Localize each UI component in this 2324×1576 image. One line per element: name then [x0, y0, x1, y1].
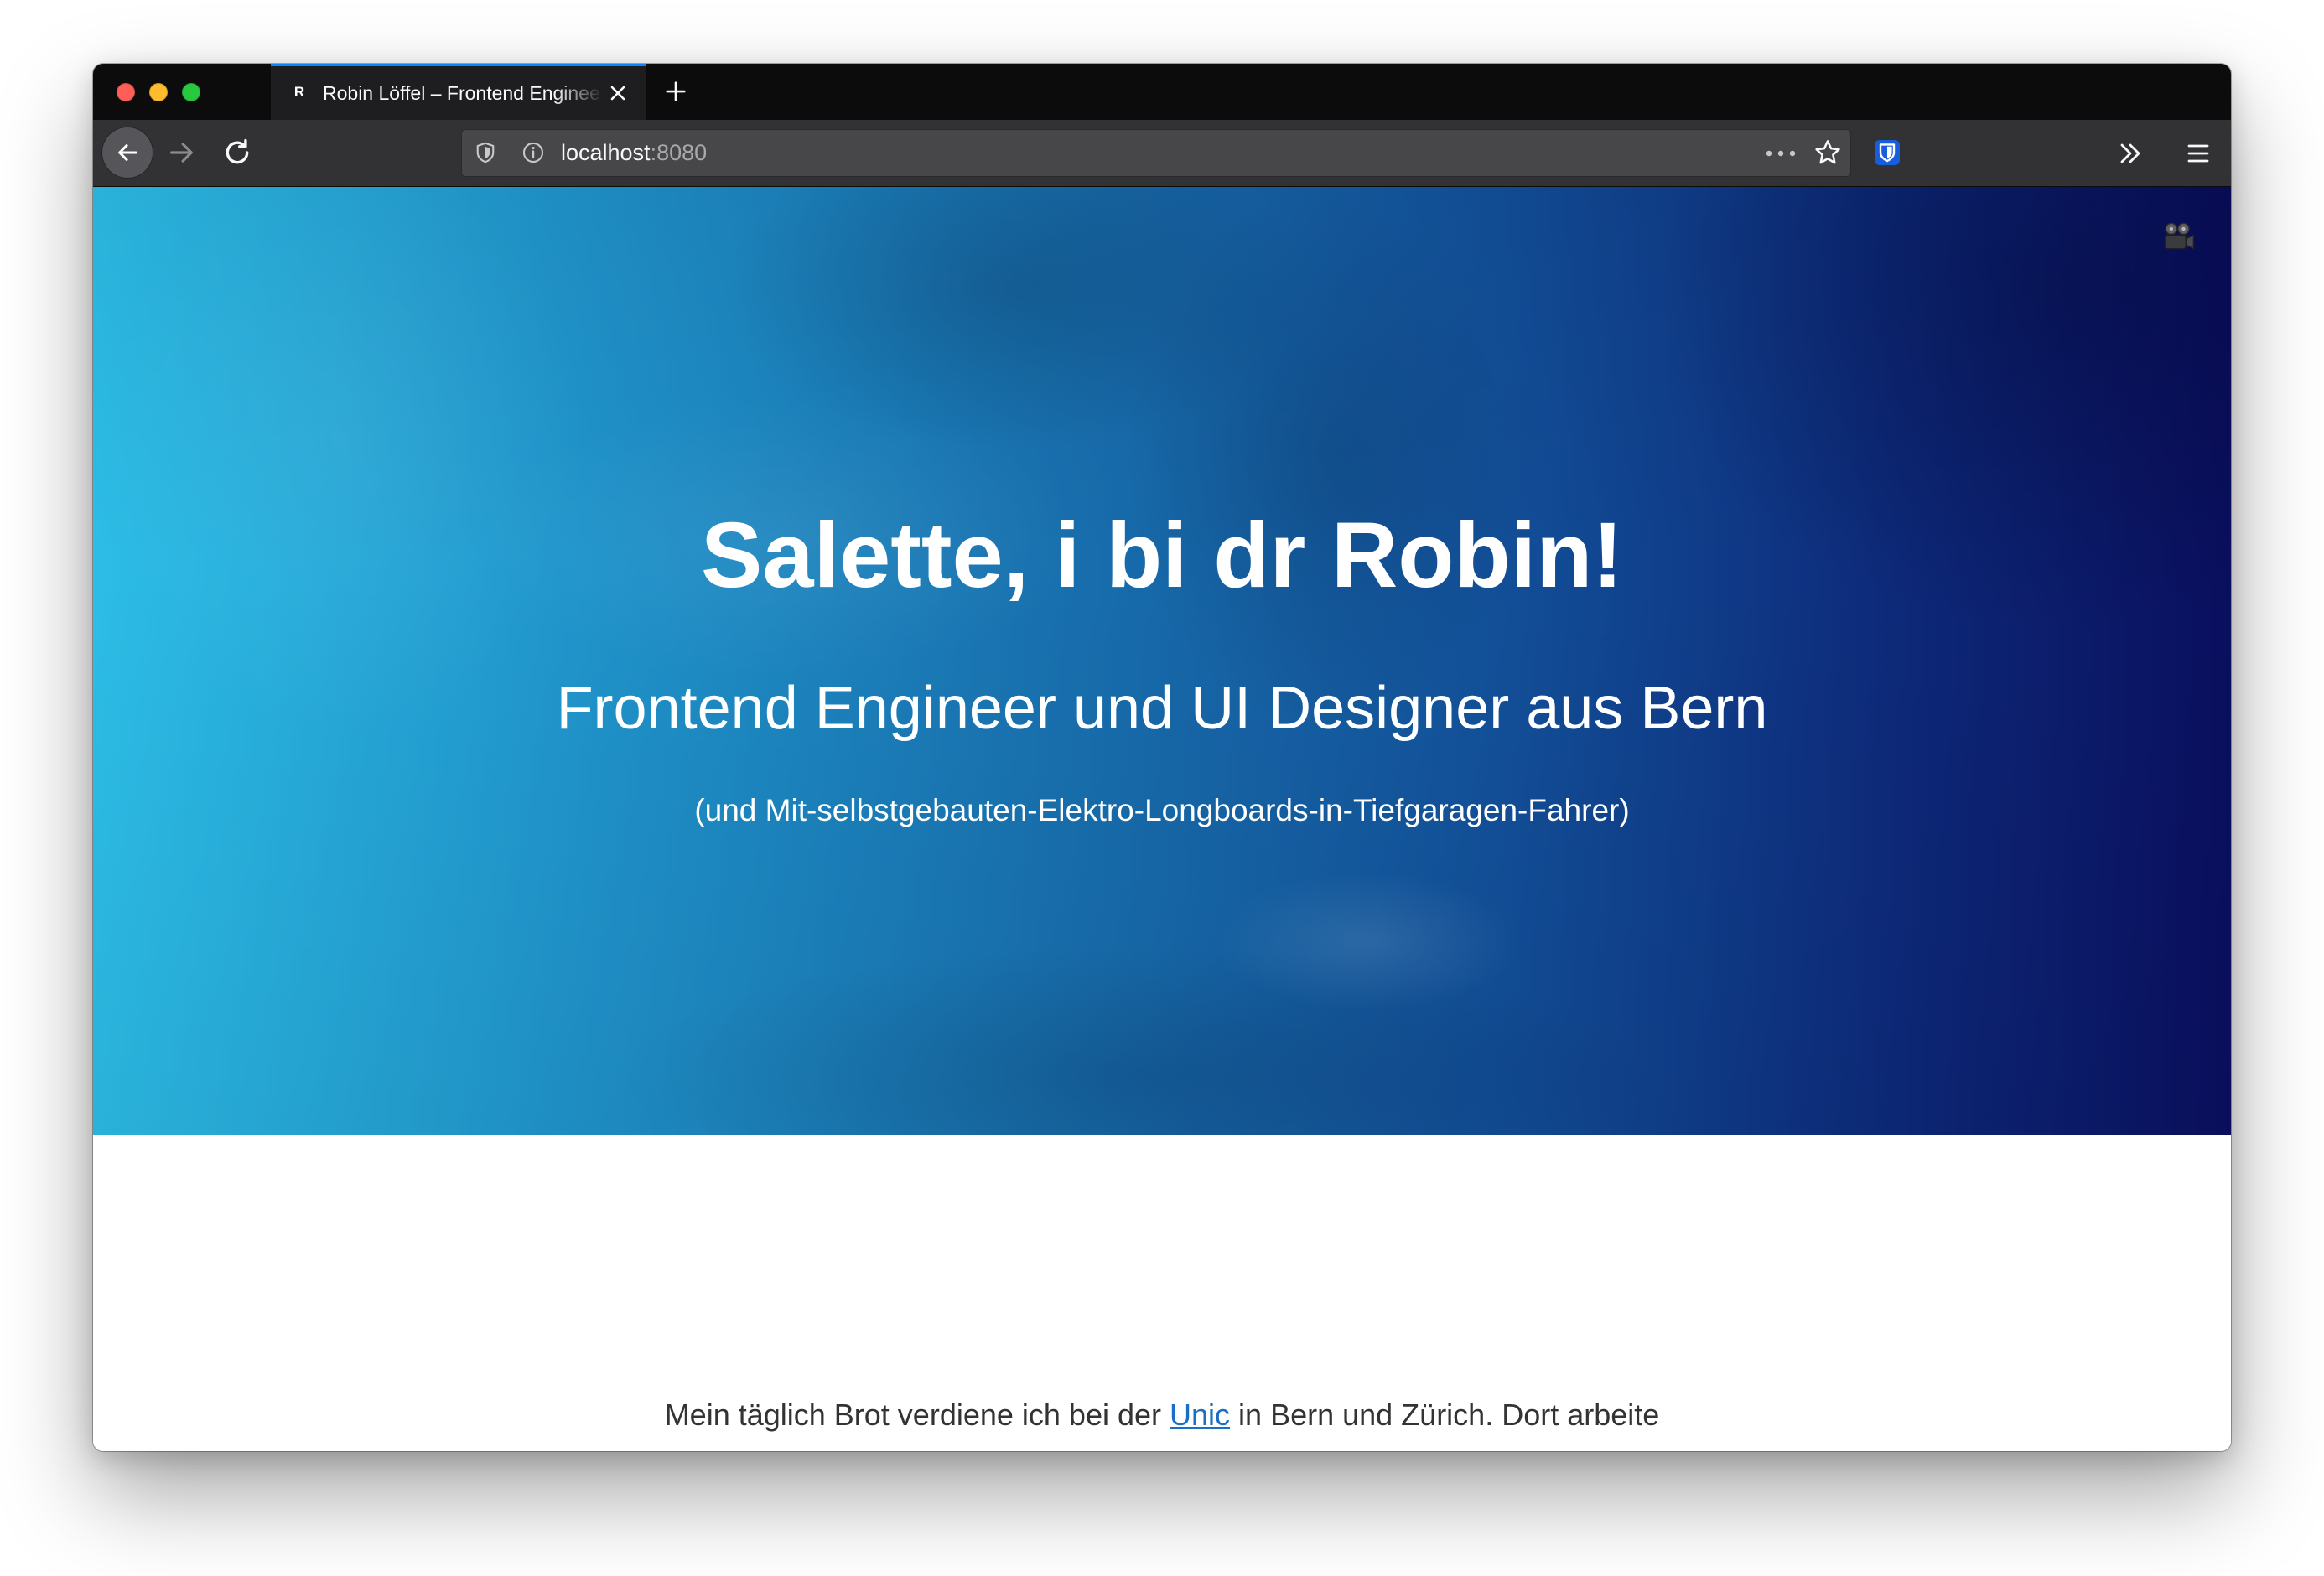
intro-paragraph: Mein täglich Brot verdiene ich bei der U…: [93, 1397, 2231, 1433]
intro-text-before: Mein täglich Brot verdiene ich bei der: [664, 1397, 1170, 1432]
double-chevron-right-icon: [2120, 143, 2140, 163]
page-actions-button[interactable]: [1764, 148, 1797, 159]
window-minimize-button[interactable]: [149, 83, 168, 101]
video-camera-icon: [2164, 222, 2195, 250]
reload-icon: [226, 138, 249, 164]
unic-link[interactable]: Unic: [1170, 1397, 1230, 1432]
arrow-right-icon: [170, 143, 193, 163]
tab-active[interactable]: R Robin Löffel – Frontend Enginee: [271, 64, 646, 120]
hamburger-menu-icon: [2187, 144, 2209, 163]
hero-tagline: (und Mit-selbstgebauten-Elektro-Longboar…: [694, 793, 1630, 827]
info-icon: [522, 142, 544, 163]
plus-icon: [666, 81, 686, 101]
new-tab-button[interactable]: [663, 79, 688, 104]
shield-icon: [476, 142, 495, 163]
url-bar[interactable]: localhost:8080: [461, 129, 1851, 177]
window-zoom-button[interactable]: [182, 83, 200, 101]
tab-title: Robin Löffel – Frontend Enginee: [323, 82, 600, 104]
tracking-protection-button[interactable]: [474, 141, 497, 164]
url-text[interactable]: localhost:8080: [561, 130, 707, 176]
forward-button[interactable]: [167, 137, 197, 168]
hero-heading: Salette, i bi dr Robin!: [700, 504, 1624, 607]
hero-subheading: Frontend Engineer und UI Designer aus Be…: [556, 675, 1768, 742]
hero-section: Salette, i bi dr Robin! Frontend Enginee…: [93, 187, 2231, 1135]
open-menu-button[interactable]: [2185, 140, 2212, 167]
intro-section: Mein täglich Brot verdiene ich bei der U…: [93, 1135, 2231, 1451]
tab-close-button[interactable]: [606, 81, 630, 105]
intro-text-after: in Bern und Zürich. Dort arbeite: [1230, 1397, 1660, 1432]
site-info-button[interactable]: [521, 141, 545, 164]
bitwarden-extension-button[interactable]: [1874, 139, 1901, 166]
navigation-toolbar: localhost:8080: [93, 120, 2231, 187]
bitwarden-icon: [1875, 140, 1900, 165]
toolbar-overflow-button[interactable]: [2117, 140, 2144, 167]
reload-button[interactable]: [222, 137, 252, 168]
url-port: :8080: [650, 140, 708, 165]
tab-strip: R Robin Löffel – Frontend Enginee: [93, 64, 2231, 120]
tab-favicon: R: [293, 84, 305, 100]
bookmark-button[interactable]: [1813, 138, 1842, 167]
window-close-button[interactable]: [117, 83, 135, 101]
browser-window: R Robin Löffel – Frontend Enginee localh…: [93, 64, 2231, 1451]
url-host: localhost: [561, 140, 651, 165]
hero-background-photo: [93, 187, 2231, 1135]
close-icon: [610, 86, 625, 101]
arrow-left-icon: [118, 144, 137, 161]
star-icon: [1815, 140, 1840, 164]
video-toggle-button[interactable]: [2161, 219, 2197, 256]
ellipsis-icon: [1766, 150, 1796, 157]
back-button[interactable]: [102, 127, 153, 178]
